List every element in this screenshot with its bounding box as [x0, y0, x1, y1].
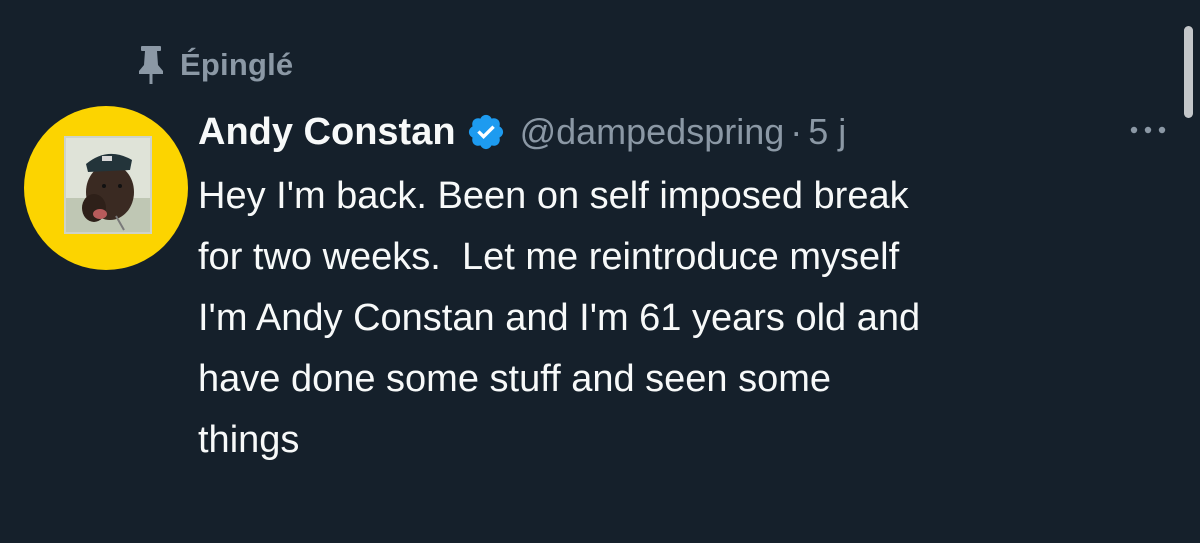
- avatar[interactable]: [24, 106, 188, 270]
- tweet-text-line: things: [198, 419, 300, 461]
- pin-icon: [134, 43, 168, 87]
- scrollbar-thumb[interactable]: [1184, 26, 1193, 118]
- more-options-icon[interactable]: [1124, 112, 1172, 148]
- tweet-screen: Épinglé Andy Constan @dampedspring · 5 j…: [0, 0, 1200, 543]
- header-separator: ·: [790, 111, 803, 152]
- tweet-text-line: for two weeks. Let me reintroduce myself: [198, 236, 900, 278]
- vertical-scrollbar[interactable]: [1180, 0, 1200, 543]
- tweet-timestamp[interactable]: 5 j: [808, 111, 846, 153]
- pinned-indicator: Épinglé: [134, 40, 293, 90]
- author-handle[interactable]: @dampedspring: [520, 111, 785, 153]
- tweet-header: Andy Constan @dampedspring · 5 j: [198, 104, 846, 160]
- author-display-name[interactable]: Andy Constan: [198, 111, 456, 154]
- avatar-photo: [64, 136, 152, 234]
- tweet-text: Hey I'm back. Been on self imposed break…: [198, 166, 1158, 471]
- tweet-text-line: have done some stuff and seen some: [198, 358, 832, 400]
- tweet-text-line: I'm Andy Constan and I'm 61 years old an…: [198, 297, 921, 339]
- verified-badge-icon[interactable]: [466, 112, 506, 152]
- pinned-label: Épinglé: [180, 47, 294, 82]
- tweet-text-line: Hey I'm back. Been on self imposed break: [198, 175, 909, 217]
